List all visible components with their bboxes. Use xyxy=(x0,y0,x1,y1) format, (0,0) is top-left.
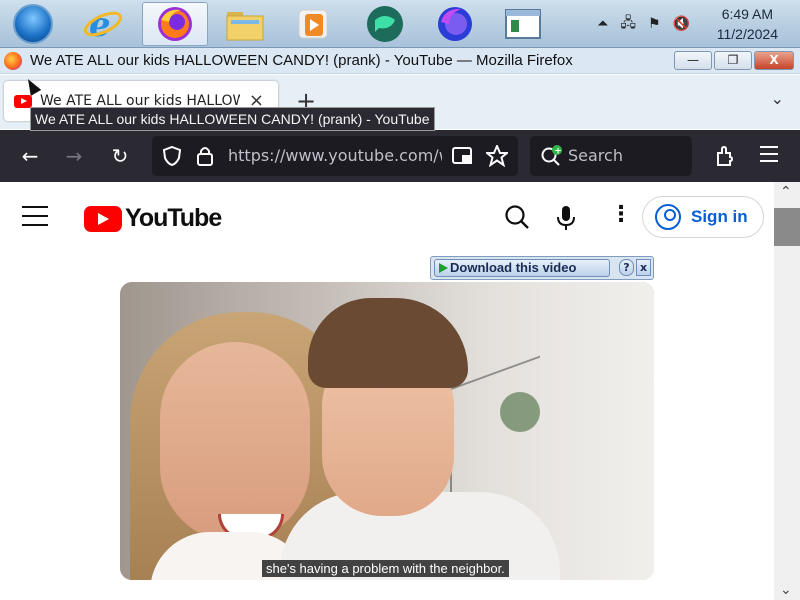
download-bar-close-button[interactable]: x xyxy=(636,259,651,276)
clock-date: 11/2/2024 xyxy=(716,26,778,42)
close-window-button[interactable]: X xyxy=(754,51,794,70)
shield-icon[interactable] xyxy=(162,145,182,167)
more-options-icon[interactable]: ⋮ xyxy=(610,204,632,226)
action-center-flag-icon[interactable]: ⚑ xyxy=(648,16,661,32)
hamburger-menu-icon[interactable] xyxy=(22,206,48,226)
start-button[interactable] xyxy=(0,2,66,46)
minimize-button[interactable]: — xyxy=(674,51,712,70)
svg-text:+: + xyxy=(554,147,562,157)
tab-tooltip: We ATE ALL our kids HALLOWEEN CANDY! (pr… xyxy=(30,107,435,131)
scroll-up-arrow-icon[interactable]: ⌃ xyxy=(780,184,792,200)
video-plant xyxy=(500,392,540,432)
taskbar-file-explorer[interactable] xyxy=(212,2,278,46)
download-helper-bar: Download this video ? x xyxy=(430,256,654,280)
page-scrollbar[interactable]: ⌃ ⌄ xyxy=(774,182,800,600)
window-title: We ATE ALL our kids HALLOWEEN CANDY! (pr… xyxy=(30,52,573,69)
taskbar-firefox[interactable] xyxy=(142,2,208,46)
folder-icon xyxy=(226,12,264,41)
youtube-logo-text: YouTube xyxy=(125,204,222,232)
search-placeholder: Search xyxy=(568,146,623,165)
video-player[interactable]: she's having a problem with the neighbor… xyxy=(120,282,654,580)
show-hidden-icons-icon[interactable]: ⏶ xyxy=(597,16,608,32)
network-icon[interactable]: 🖧 xyxy=(620,12,636,36)
taskbar-firefox-alt[interactable] xyxy=(422,2,488,46)
picture-in-picture-icon[interactable] xyxy=(452,146,474,166)
download-help-button[interactable]: ? xyxy=(619,259,634,276)
window-icon xyxy=(505,9,541,39)
internet-explorer-icon: e xyxy=(83,5,123,44)
sign-in-button[interactable]: Sign in xyxy=(642,196,764,238)
forward-button[interactable]: → xyxy=(60,142,88,170)
search-engine-icon: + xyxy=(541,145,562,166)
web-page: YouTube ⋮ Sign in Download this video ? … xyxy=(0,182,774,600)
video-caption: she's having a problem with the neighbor… xyxy=(262,560,509,577)
lock-icon[interactable] xyxy=(196,145,214,167)
restore-button[interactable]: ❐ xyxy=(714,51,752,70)
app-menu-icon[interactable] xyxy=(760,146,778,162)
chat-bubble-icon xyxy=(367,6,403,42)
firefox-blue-icon xyxy=(438,7,472,41)
video-person-left-face xyxy=(160,342,310,542)
sign-in-label: Sign in xyxy=(691,207,748,226)
extensions-icon[interactable] xyxy=(714,144,738,168)
firefox-icon xyxy=(158,7,192,41)
firefox-icon xyxy=(4,52,22,70)
taskbar-chat-app[interactable] xyxy=(352,2,418,46)
system-tray: ⏶ 🖧 ⚑ 🔇 xyxy=(597,12,690,36)
search-bar[interactable]: + Search xyxy=(530,136,692,176)
taskbar-media-player[interactable] xyxy=(280,2,346,46)
url-text: https://www.youtube.com/watch xyxy=(228,146,442,165)
scroll-down-arrow-icon[interactable]: ⌄ xyxy=(780,582,792,598)
taskbar-window-app[interactable] xyxy=(490,2,556,46)
taskbar: e ⏶ 🖧 ⚑ 🔇 6:49 AM 11/2/2024 xyxy=(0,0,800,48)
media-player-icon xyxy=(298,9,328,39)
window-controls: — ❐ X xyxy=(674,51,794,70)
user-account-icon xyxy=(655,204,681,230)
youtube-play-icon xyxy=(84,205,122,232)
search-icon[interactable] xyxy=(504,204,530,230)
volume-muted-icon[interactable]: 🔇 xyxy=(673,16,690,32)
navigation-toolbar: ← → ↻ https://www.youtube.com/watch + Se… xyxy=(0,130,800,182)
windows-start-orb-icon xyxy=(13,4,53,44)
system-clock[interactable]: 6:49 AM 11/2/2024 xyxy=(717,4,778,44)
svg-text:e: e xyxy=(89,5,111,44)
list-all-tabs-button[interactable]: ⌄ xyxy=(771,89,784,108)
url-bar[interactable]: https://www.youtube.com/watch xyxy=(152,136,518,176)
bookmark-star-icon[interactable] xyxy=(486,145,508,167)
youtube-logo[interactable]: YouTube xyxy=(84,204,222,233)
scrollbar-thumb[interactable] xyxy=(774,208,800,246)
back-button[interactable]: ← xyxy=(16,142,44,170)
download-video-button[interactable]: Download this video xyxy=(434,259,610,277)
reload-button[interactable]: ↻ xyxy=(106,142,134,170)
taskbar-internet-explorer[interactable]: e xyxy=(70,2,136,46)
microphone-icon[interactable] xyxy=(556,204,576,232)
clock-time: 6:49 AM xyxy=(721,6,774,22)
window-titlebar[interactable]: We ATE ALL our kids HALLOWEEN CANDY! (pr… xyxy=(0,48,800,74)
